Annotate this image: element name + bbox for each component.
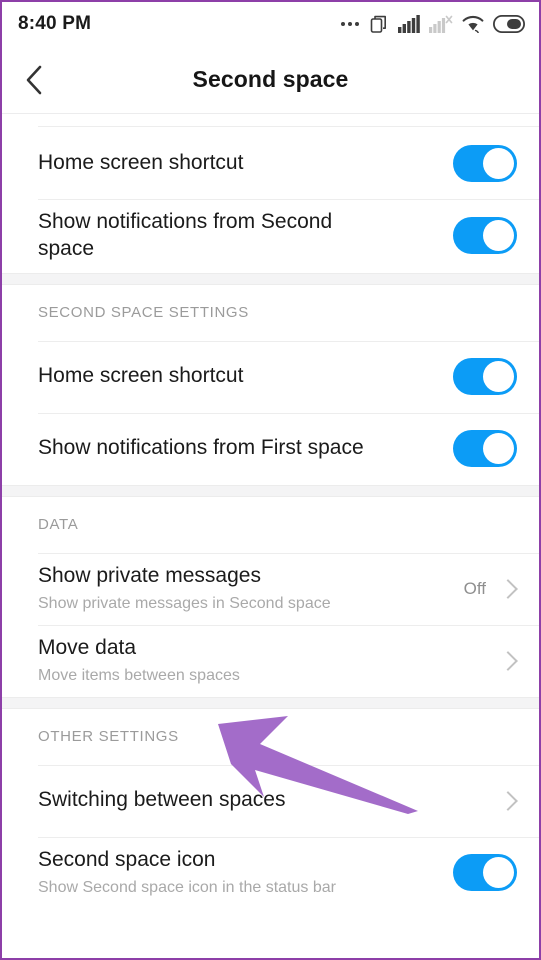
section-divider-band: [2, 272, 539, 285]
row-control: [500, 790, 517, 812]
settings-row-move-data[interactable]: Move data Move items between spaces: [2, 624, 539, 697]
settings-row-second-space-icon[interactable]: Second space icon Show Second space icon…: [2, 836, 539, 909]
toggle-knob: [483, 147, 514, 179]
row-title: Show notifications from Second space: [38, 210, 333, 260]
row-title: Second space icon: [38, 847, 216, 871]
status-bar: 8:40 PM: [2, 2, 539, 46]
partial-row-top: [2, 114, 539, 127]
settings-row-home-screen-shortcut-2[interactable]: Home screen shortcut: [2, 340, 539, 413]
settings-row-show-private-messages[interactable]: Show private messages Show private messa…: [2, 552, 539, 625]
section-header-other-settings: OTHER SETTINGS: [2, 708, 539, 765]
settings-row-switching-between-spaces[interactable]: Switching between spaces: [2, 764, 539, 837]
toggle-show-notifications-first-space[interactable]: [453, 430, 517, 468]
row-text: Show notifications from Second space: [38, 209, 453, 263]
settings-row-home-screen-shortcut-1[interactable]: Home screen shortcut: [2, 127, 539, 199]
chevron-right-icon[interactable]: [500, 578, 513, 600]
signal-no-service-icon: [429, 15, 453, 33]
toggle-knob: [483, 433, 514, 465]
status-bar-clock: 8:40 PM: [18, 13, 92, 34]
toggle-knob: [483, 857, 514, 889]
row-control: [453, 217, 517, 255]
row-title: Home screen shortcut: [38, 150, 244, 174]
second-space-icon: [370, 15, 386, 33]
row-title: Move data: [38, 635, 137, 659]
toggle-knob: [483, 361, 514, 393]
status-bar-icons: [341, 14, 525, 34]
row-subtitle: Show private messages in Second space: [38, 594, 331, 612]
row-title: Home screen shortcut: [38, 364, 244, 388]
chevron-right-icon[interactable]: [500, 790, 513, 812]
settings-row-show-notifications-first-space[interactable]: Show notifications from First space: [2, 412, 539, 485]
settings-section-first-space-settings: Home screen shortcut Show notifications …: [2, 127, 539, 273]
app-bar: Second space: [2, 46, 539, 114]
row-control: [453, 144, 517, 182]
battery-icon: [493, 15, 525, 33]
row-control: [453, 430, 517, 468]
row-text: Home screen shortcut: [38, 150, 453, 177]
section-divider-band: [2, 696, 539, 709]
section-header-data: DATA: [2, 496, 539, 553]
section-header-second-space-settings: SECOND SPACE SETTINGS: [2, 284, 539, 341]
row-control: [500, 650, 517, 672]
settings-row-show-notifications-second-space[interactable]: Show notifications from Second space: [2, 199, 539, 273]
row-control: Off: [464, 578, 517, 600]
row-subtitle: Show Second space icon in the status bar: [38, 878, 336, 896]
settings-section-second-space-settings: SECOND SPACE SETTINGS Home screen shortc…: [2, 284, 539, 485]
row-text: Show notifications from First space: [38, 435, 453, 462]
more-dots-icon: [341, 22, 359, 26]
chevron-right-icon[interactable]: [500, 650, 513, 672]
row-subtitle: Move items between spaces: [38, 666, 240, 684]
section-divider-band: [2, 484, 539, 497]
row-title: Show notifications from First space: [38, 436, 364, 460]
settings-section-data: DATA Show private messages Show private …: [2, 496, 539, 697]
row-text: Move data Move items between spaces: [38, 635, 500, 687]
toggle-knob: [483, 220, 514, 252]
page-title: Second space: [192, 66, 349, 92]
phone-screen: 8:40 PM Second space Home screen shortcu…: [0, 0, 541, 960]
row-title: Switching between spaces: [38, 788, 286, 812]
settings-list[interactable]: Home screen shortcut Show notifications …: [2, 114, 539, 909]
chevron-left-icon: [26, 65, 42, 94]
toggle-second-space-icon[interactable]: [453, 854, 517, 892]
row-control: [453, 854, 517, 892]
toggle-home-screen-shortcut-1[interactable]: [453, 144, 517, 182]
settings-section-other-settings: OTHER SETTINGS Switching between spaces …: [2, 708, 539, 909]
signal-bars-icon: [398, 15, 420, 33]
row-text: Show private messages Show private messa…: [38, 563, 464, 615]
row-title: Show private messages: [38, 563, 261, 587]
toggle-home-screen-shortcut-2[interactable]: [453, 358, 517, 396]
back-button[interactable]: [2, 46, 66, 114]
toggle-show-notifications-second-space[interactable]: [453, 217, 517, 255]
row-text: Home screen shortcut: [38, 363, 453, 390]
wifi-icon: [462, 16, 484, 33]
row-control: [453, 358, 517, 396]
row-text: Second space icon Show Second space icon…: [38, 847, 453, 899]
row-value-show-private-messages: Off: [463, 578, 486, 598]
row-text: Switching between spaces: [38, 787, 500, 814]
